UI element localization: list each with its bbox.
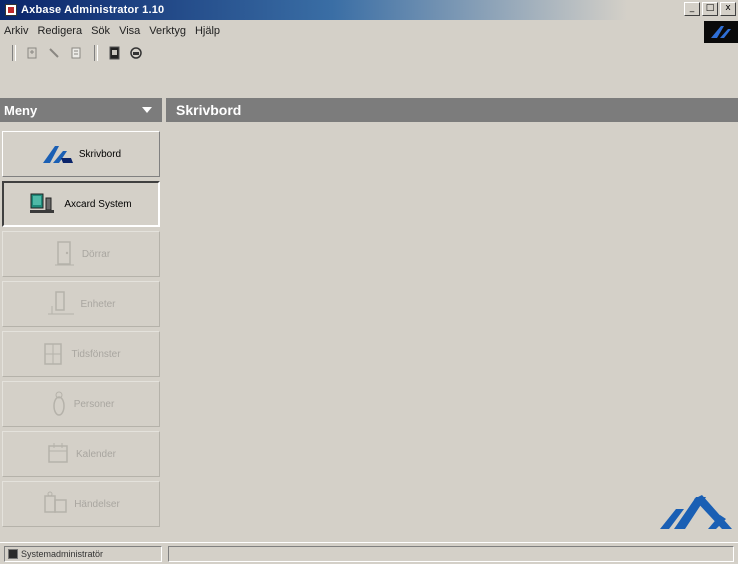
sidebar-item-personer[interactable]: Personer	[2, 381, 160, 427]
axbase-logo-icon	[41, 144, 75, 164]
sidebar-item-kalender[interactable]: Kalender	[2, 431, 160, 477]
user-card-icon	[8, 548, 18, 559]
sidebar-header-label: Meny	[4, 102, 38, 118]
page-title: Skrivbord	[166, 98, 738, 122]
new-icon[interactable]	[22, 44, 42, 62]
clock-icon	[41, 340, 67, 368]
sidebar-header[interactable]: Meny	[0, 98, 162, 122]
toolbar-separator	[94, 45, 98, 61]
sidebar-item-label: Skrivbord	[78, 148, 122, 160]
desktop-area	[166, 122, 738, 542]
sidebar-item-label: Dörrar	[81, 248, 111, 260]
app-icon	[5, 4, 17, 16]
sidebar-item-axcard-system[interactable]: Axcard System	[2, 181, 160, 227]
pencil-icon[interactable]	[44, 44, 64, 62]
person-icon	[48, 390, 70, 418]
sidebar-item-handelser[interactable]: Händelser	[2, 481, 160, 527]
sidebar-item-enheter[interactable]: Enheter	[2, 281, 160, 327]
close-button[interactable]: x	[720, 2, 736, 16]
sidebar-item-label: Personer	[73, 398, 115, 410]
status-user-pane: Systemadministratör	[4, 545, 162, 562]
printer-icon[interactable]	[126, 44, 146, 62]
calendar-icon	[46, 440, 72, 468]
events-icon	[42, 490, 70, 518]
menu-redigera[interactable]: Redigera	[37, 25, 82, 37]
menu-arkiv[interactable]: Arkiv	[4, 25, 28, 37]
window-title: Axbase Administrator 1.10	[21, 4, 165, 16]
sidebar-item-label: Axcard System	[64, 198, 132, 210]
toolbar	[0, 42, 738, 64]
title-bar: Axbase Administrator 1.10 _ □ x	[0, 0, 738, 20]
sidebar-item-label: Händelser	[74, 498, 120, 510]
menu-verktyg[interactable]: Verktyg	[149, 25, 186, 37]
menu-hjalp[interactable]: Hjälp	[195, 25, 220, 37]
axbase-watermark-logo	[658, 489, 734, 534]
maximize-button[interactable]: □	[702, 2, 718, 16]
status-user-label: Systemadministratör	[21, 548, 104, 559]
document-icon[interactable]	[66, 44, 86, 62]
menu-sok[interactable]: Sök	[91, 25, 110, 37]
sidebar-item-label: Tidsfönster	[71, 348, 121, 360]
chevron-down-icon[interactable]	[142, 107, 152, 113]
sidebar-item-tidsfonster[interactable]: Tidsfönster	[2, 331, 160, 377]
device-icon	[46, 290, 76, 318]
status-message-pane	[168, 545, 734, 562]
toolbar-separator	[12, 45, 16, 61]
sidebar-item-dorrar[interactable]: Dörrar	[2, 231, 160, 277]
sidebar-item-skrivbord[interactable]: Skrivbord	[2, 131, 160, 177]
axbase-logo-icon	[711, 26, 731, 38]
brand-logo	[704, 21, 738, 43]
door-icon	[52, 240, 78, 268]
computer-card-icon	[30, 192, 60, 216]
window-controls: _ □ x	[684, 2, 738, 16]
status-bar: Systemadministratör	[0, 542, 738, 564]
sidebar-item-label: Kalender	[75, 448, 117, 460]
page-title-label: Skrivbord	[176, 102, 242, 118]
menu-bar: Arkiv Redigera Sök Visa Verktyg Hjälp	[0, 20, 738, 42]
minimize-button[interactable]: _	[684, 2, 700, 16]
card-icon[interactable]	[104, 44, 124, 62]
menu-visa[interactable]: Visa	[119, 25, 140, 37]
sidebar-item-label: Enheter	[80, 298, 116, 310]
